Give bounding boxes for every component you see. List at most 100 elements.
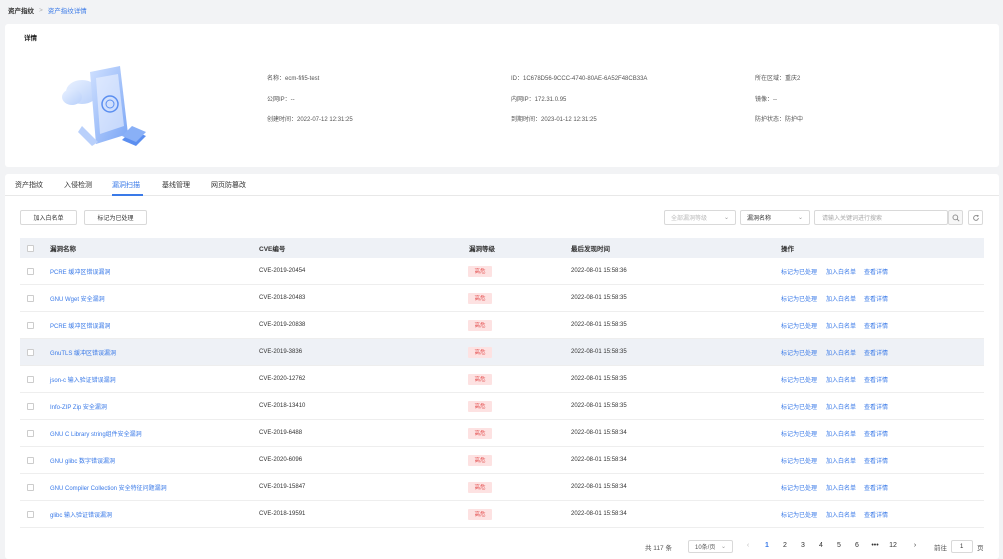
tab-intrusion-detection[interactable]: 入侵检测 <box>64 180 92 190</box>
row-checkbox[interactable] <box>27 375 34 383</box>
view-details-link[interactable]: 查看详情 <box>864 429 888 438</box>
row-checkbox[interactable] <box>27 321 34 329</box>
add-whitelist-link[interactable]: 加入白名单 <box>826 510 856 519</box>
page-number[interactable]: 3 <box>796 542 810 549</box>
mark-processed-link[interactable]: 标记为已处理 <box>781 375 817 384</box>
mark-processed-link[interactable]: 标记为已处理 <box>781 402 817 411</box>
chevron-down-icon: ⌄ <box>797 215 803 221</box>
refresh-button[interactable] <box>968 210 983 225</box>
table-row: GNU Compiler Collection 安全特征问题漏洞 CVE-2019… <box>20 474 984 501</box>
page-number[interactable]: 1 <box>760 542 774 549</box>
header-last-found: 最后发现时间 <box>571 246 610 253</box>
breadcrumb-home[interactable]: 资产指纹 <box>8 5 34 15</box>
tab-web-tamper[interactable]: 网页防篡改 <box>211 180 246 190</box>
add-whitelist-link[interactable]: 加入白名单 <box>826 402 856 411</box>
add-whitelist-link[interactable]: 加入白名单 <box>826 483 856 492</box>
vuln-name-link[interactable]: json-c 输入验证错误漏洞 <box>50 375 116 384</box>
add-whitelist-link[interactable]: 加入白名单 <box>826 429 856 438</box>
mark-processed-link[interactable]: 标记为已处理 <box>781 483 817 492</box>
vuln-name-link[interactable]: GNU C Library string组件安全漏洞 <box>50 429 142 438</box>
info-public-ip: 公网IP：-- <box>267 97 295 103</box>
mark-processed-link[interactable]: 标记为已处理 <box>781 429 817 438</box>
row-checkbox[interactable] <box>27 510 34 518</box>
tab-baseline[interactable]: 基线管理 <box>162 180 190 190</box>
vuln-name-link[interactable]: GNU Wget 安全漏洞 <box>50 294 105 303</box>
tab-asset-fingerprint[interactable]: 资产指纹 <box>15 180 43 190</box>
select-all-checkbox[interactable] <box>27 244 34 252</box>
view-details-link[interactable]: 查看详情 <box>864 456 888 465</box>
info-created: 创建时间：2022-07-12 12:31:25 <box>267 117 353 123</box>
row-checkbox[interactable] <box>27 402 34 410</box>
add-whitelist-button[interactable]: 加入白名单 <box>20 210 77 225</box>
page-number[interactable]: 12 <box>886 542 900 549</box>
mark-processed-link[interactable]: 标记为已处理 <box>781 294 817 303</box>
table-body: PCRE 缓冲区错误漏洞 CVE-2019-20454 高危 2022-08-01 1… <box>20 258 984 528</box>
view-details-link[interactable]: 查看详情 <box>864 510 888 519</box>
page-number[interactable]: 6 <box>850 542 864 549</box>
chevron-down-icon: ⌄ <box>723 215 729 221</box>
view-details-link[interactable]: 查看详情 <box>864 375 888 384</box>
table-row: GNU glibc 数字错误漏洞 CVE-2020-6096 高危 2022-08-0… <box>20 447 984 474</box>
row-checkbox[interactable] <box>27 348 34 356</box>
tab-bar: 资产指纹 入侵检测 漏洞扫描 基线管理 网页防篡改 <box>5 174 999 196</box>
row-checkbox[interactable] <box>27 429 34 437</box>
search-icon <box>952 214 960 222</box>
vuln-name-link[interactable]: GnuTLS 缓冲区错误漏洞 <box>50 348 116 357</box>
page-number[interactable]: 5 <box>832 542 846 549</box>
view-details-link[interactable]: 查看详情 <box>864 294 888 303</box>
page-size-select[interactable]: 10条/页 ⌄ <box>688 540 733 553</box>
vuln-name-link[interactable]: Info-ZIP Zip 安全漏洞 <box>50 402 107 411</box>
cve-id: CVE-2019-20454 <box>259 268 306 274</box>
mark-processed-link[interactable]: 标记为已处理 <box>781 510 817 519</box>
row-checkbox[interactable] <box>27 294 34 302</box>
search-input[interactable]: 请输入关键词进行搜索 <box>814 210 948 225</box>
add-whitelist-link[interactable]: 加入白名单 <box>826 348 856 357</box>
view-details-link[interactable]: 查看详情 <box>864 321 888 330</box>
goto-page-input[interactable]: 1 <box>951 540 973 553</box>
mark-processed-link[interactable]: 标记为已处理 <box>781 321 817 330</box>
row-checkbox[interactable] <box>27 456 34 464</box>
add-whitelist-link[interactable]: 加入白名单 <box>826 267 856 276</box>
vuln-name-link[interactable]: PCRE 缓冲区错误漏洞 <box>50 321 110 330</box>
page-number[interactable]: 4 <box>814 542 828 549</box>
cve-id: CVE-2020-12762 <box>259 376 306 382</box>
add-whitelist-link[interactable]: 加入白名单 <box>826 321 856 330</box>
view-details-link[interactable]: 查看详情 <box>864 402 888 411</box>
more-pages-icon[interactable]: ••• <box>868 542 882 549</box>
add-whitelist-link[interactable]: 加入白名单 <box>826 456 856 465</box>
header-cve: CVE编号 <box>259 246 286 253</box>
breadcrumb-current: 资产指纹详情 <box>47 8 87 15</box>
info-image: 镜像：-- <box>755 97 777 103</box>
mark-processed-link[interactable]: 标记为已处理 <box>781 348 817 357</box>
level-select[interactable]: 全部漏洞等级 ⌄ <box>664 210 736 225</box>
vuln-name-link[interactable]: GNU Compiler Collection 安全特征问题漏洞 <box>50 483 167 492</box>
table-header: 漏洞名称 CVE编号 漏洞等级 最后发现时间 操作 <box>20 238 984 258</box>
vuln-name-link[interactable]: glibc 输入验证错误漏洞 <box>50 510 112 519</box>
row-checkbox[interactable] <box>27 483 34 491</box>
add-whitelist-link[interactable]: 加入白名单 <box>826 294 856 303</box>
mark-processed-button[interactable]: 标记为已处理 <box>84 210 147 225</box>
last-found-time: 2022-08-01 15:58:34 <box>571 511 627 517</box>
mark-processed-link[interactable]: 标记为已处理 <box>781 456 817 465</box>
pager-total: 共 117 条 <box>645 545 672 552</box>
view-details-link[interactable]: 查看详情 <box>864 267 888 276</box>
table-row: GNU C Library string组件安全漏洞 CVE-2019-6488 高… <box>20 420 984 447</box>
breadcrumb-separator: > <box>39 6 43 14</box>
prev-page-icon[interactable]: ‹ <box>741 542 755 549</box>
view-details-link[interactable]: 查看详情 <box>864 483 888 492</box>
search-button[interactable] <box>948 210 963 225</box>
add-whitelist-link[interactable]: 加入白名单 <box>826 375 856 384</box>
next-page-icon[interactable]: › <box>908 542 922 549</box>
vuln-name-link[interactable]: GNU glibc 数字错误漏洞 <box>50 456 115 465</box>
last-found-time: 2022-08-01 15:58:35 <box>571 322 627 328</box>
last-found-time: 2022-08-01 15:58:35 <box>571 349 627 355</box>
mark-processed-link[interactable]: 标记为已处理 <box>781 267 817 276</box>
row-checkbox[interactable] <box>27 267 34 275</box>
refresh-icon <box>972 214 979 221</box>
vuln-name-link[interactable]: PCRE 缓冲区错误漏洞 <box>50 267 110 276</box>
tab-vuln-scan[interactable]: 漏洞扫描 <box>112 180 140 190</box>
level-badge: 高危 <box>468 373 492 385</box>
field-select[interactable]: 漏洞名称 ⌄ <box>740 210 810 225</box>
page-number[interactable]: 2 <box>778 542 792 549</box>
view-details-link[interactable]: 查看详情 <box>864 348 888 357</box>
